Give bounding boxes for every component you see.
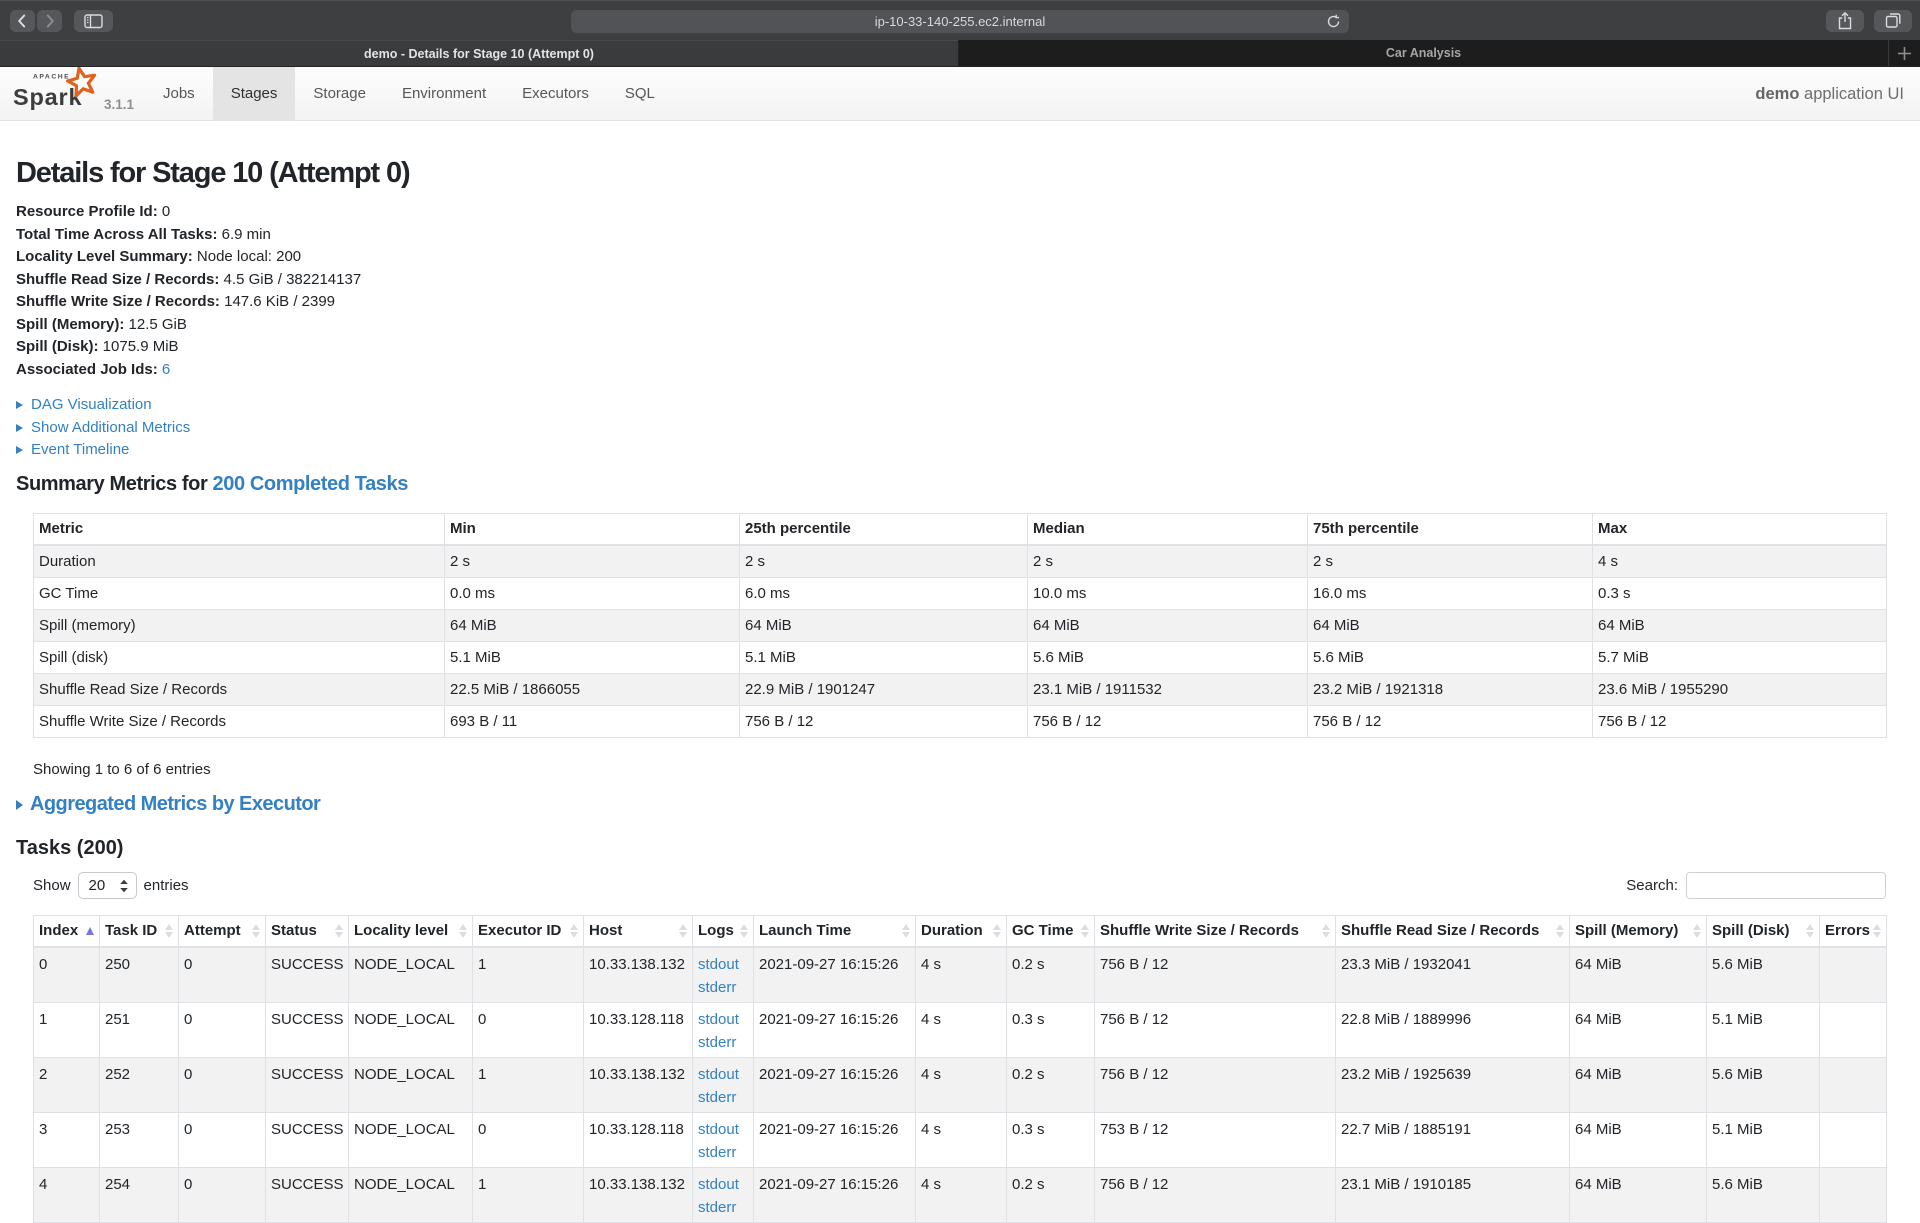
svg-text:APACHE: APACHE: [33, 74, 70, 81]
svg-text:Spark: Spark: [13, 84, 82, 110]
